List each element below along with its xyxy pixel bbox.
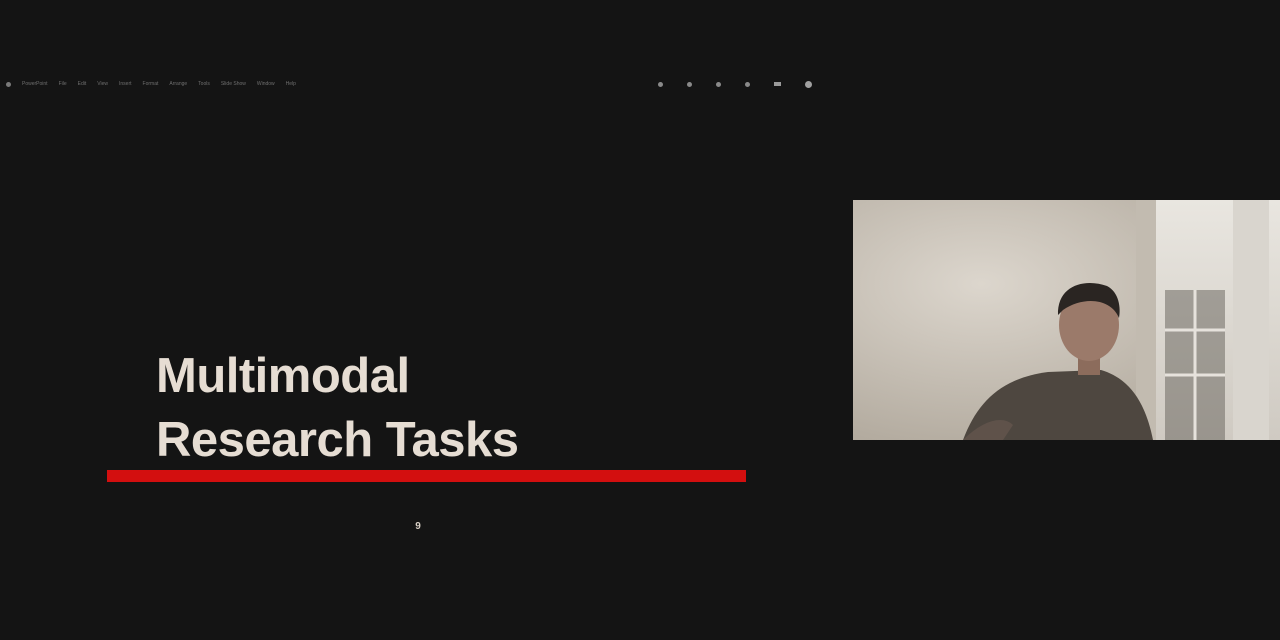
menubar-left: PowerPoint File Edit View Insert Format … [6, 81, 296, 87]
menu-item-arrange[interactable]: Arrange [169, 81, 187, 87]
wifi-icon[interactable] [716, 81, 721, 87]
menu-item-insert[interactable]: Insert [119, 81, 132, 87]
menu-item-view[interactable]: View [97, 81, 108, 87]
slide-title: Multimodal Research Tasks [156, 344, 519, 472]
menubar-status-area [658, 78, 812, 90]
webcam-frame-illustration [853, 200, 1280, 440]
desktop-menubar: PowerPoint File Edit View Insert Format … [6, 78, 836, 90]
menu-item-window[interactable]: Window [257, 81, 275, 87]
menu-item-help[interactable]: Help [286, 81, 296, 87]
webcam-curtain [1233, 200, 1269, 440]
screen-share-view: PowerPoint File Edit View Insert Format … [0, 0, 1280, 640]
menu-app-name[interactable]: PowerPoint [22, 81, 48, 87]
menu-item-file[interactable]: File [59, 81, 67, 87]
bluetooth-icon[interactable] [687, 81, 692, 87]
screen-record-icon[interactable] [658, 81, 663, 87]
clock-icon[interactable] [745, 81, 750, 87]
slide-page-number: 9 [415, 521, 421, 532]
menu-item-tools[interactable]: Tools [198, 81, 210, 87]
presenter-webcam-video[interactable] [853, 200, 1280, 440]
title-underline-bar [107, 470, 746, 482]
apple-menu-icon[interactable] [6, 81, 11, 87]
menu-item-edit[interactable]: Edit [78, 81, 87, 87]
battery-icon[interactable] [774, 82, 781, 86]
menu-item-slide-show[interactable]: Slide Show [221, 81, 246, 87]
user-account-icon[interactable] [805, 80, 812, 88]
slide-title-line-2: Research Tasks [156, 413, 519, 467]
slide-title-line-1: Multimodal [156, 349, 410, 403]
menu-item-format[interactable]: Format [143, 81, 159, 87]
